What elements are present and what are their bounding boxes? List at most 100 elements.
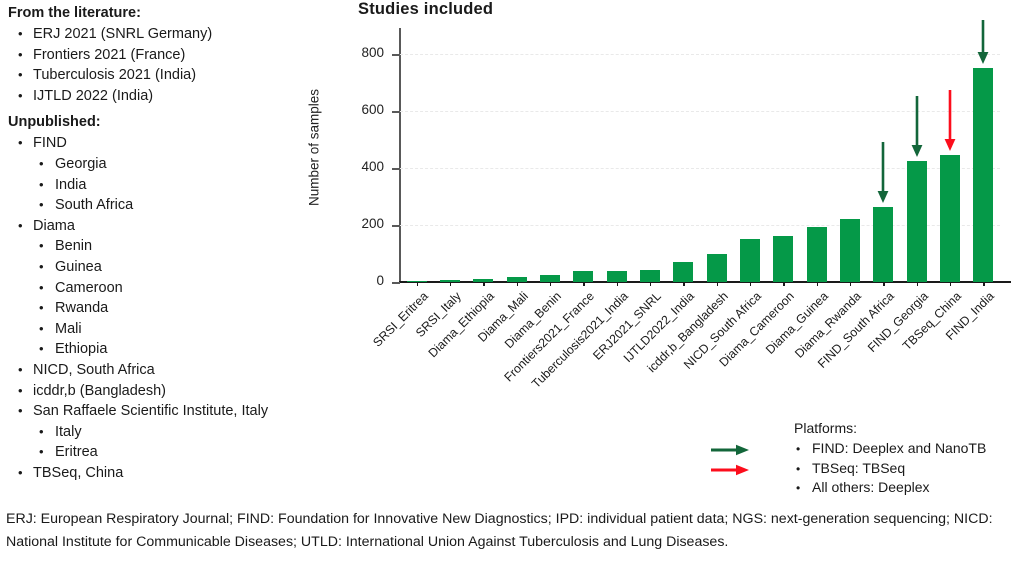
- x-axis-tick-mark: [650, 282, 652, 286]
- bar[interactable]: [940, 154, 960, 282]
- down-arrow-icon: [976, 19, 990, 65]
- unpublished-item-label: TBSeq, China: [33, 464, 124, 481]
- bar[interactable]: [540, 274, 560, 282]
- unpublished-item: • San Raffaele Scientific Institute, Ital…: [8, 401, 338, 422]
- bar[interactable]: [840, 219, 860, 282]
- bullet-icon: •: [18, 217, 23, 233]
- bar[interactable]: [806, 226, 827, 282]
- x-axis-tick-mark: [950, 282, 952, 286]
- unpublished-sublist: • Benin • Guinea • Cameroon • Rwanda • Mali • Ethio…: [30, 236, 338, 360]
- bullet-icon: •: [39, 320, 44, 336]
- y-axis-label: Number of samples: [306, 88, 322, 207]
- legend-arrow-icon: [710, 463, 750, 481]
- bar[interactable]: [773, 235, 794, 282]
- unpublished-item: • Diama: [8, 216, 338, 237]
- bar[interactable]: [673, 261, 694, 282]
- unpublished-item: • NICD, South Africa: [8, 360, 338, 381]
- x-axis-tick-mark: [783, 282, 785, 286]
- unpublished-subitem-label: Benin: [55, 238, 93, 255]
- unpublished-subitem: • Ethiopia: [30, 339, 338, 360]
- unpublished-subitem: • Rwanda: [30, 298, 338, 319]
- bullet-icon: •: [39, 300, 44, 316]
- bullet-icon: •: [39, 258, 44, 274]
- y-axis-tick-mark: [392, 168, 400, 170]
- y-axis-tick-label: 0: [376, 273, 384, 288]
- y-axis-tick-label: 600: [361, 102, 384, 118]
- literature-item-label: IJTLD 2022 (India): [33, 87, 154, 104]
- x-axis-tick-mark: [550, 282, 552, 286]
- literature-heading: From the literature:: [8, 5, 141, 21]
- bullet-icon: •: [39, 238, 44, 254]
- unpublished-item: • TBSeq, China: [8, 463, 338, 484]
- literature-item: • Frontiers 2021 (France): [8, 45, 338, 66]
- bar[interactable]: [706, 253, 727, 282]
- y-axis-tick-label: 800: [361, 45, 384, 61]
- unpublished-subitem: • Guinea: [30, 257, 338, 278]
- bullet-icon: •: [796, 442, 801, 456]
- bullet-icon: •: [796, 461, 801, 476]
- legend-items: • FIND: Deeplex and NanoTB • TBSeq: TBSeq • A…: [794, 439, 986, 498]
- legend-item: • FIND: Deeplex and NanoTB: [794, 439, 986, 459]
- bullet-icon: •: [39, 155, 44, 171]
- x-axis-tick-mark: [616, 282, 619, 286]
- down-arrow-icon: [943, 89, 957, 151]
- unpublished-item-label: Diama: [33, 217, 75, 234]
- x-axis-tick-mark: [750, 282, 752, 286]
- bullet-icon: •: [18, 135, 23, 151]
- down-arrow-icon: [910, 95, 924, 158]
- bar[interactable]: [640, 270, 660, 282]
- unpublished-item: • icddr,b (Bangladesh): [8, 381, 338, 402]
- legend-item-label: TBSeq: TBSeq: [812, 459, 906, 476]
- unpublished-subitem: • India: [30, 175, 338, 196]
- legend-item-label: All others: Deeplex: [812, 479, 930, 495]
- x-axis-tick-mark: [983, 282, 985, 286]
- literature-item: • ERJ 2021 (SNRL Germany): [8, 24, 338, 45]
- legend-title: Platforms:: [794, 420, 858, 436]
- legend-arrow-icon: [710, 443, 750, 461]
- gridline: [400, 54, 1000, 56]
- x-axis-tick-mark: [483, 282, 485, 286]
- unpublished-subitem-label: Georgia: [55, 155, 107, 172]
- y-axis-tick-mark: [392, 111, 400, 113]
- bar[interactable]: [973, 68, 994, 282]
- bullet-icon: •: [39, 176, 44, 192]
- bullet-icon: •: [39, 197, 44, 213]
- x-axis-tick-mark: [883, 282, 885, 286]
- bullet-icon: •: [18, 361, 23, 377]
- unpublished-sublist: • Georgia • India • South Africa: [30, 154, 338, 216]
- unpublished-item-label: NICD, South Africa: [33, 361, 155, 378]
- y-axis-tick-label: 400: [361, 159, 384, 175]
- x-axis-tick-mark: [516, 282, 519, 286]
- unpublished-subitem: • Georgia: [30, 154, 338, 175]
- source-list-panel: From the literature: • ERJ 2021 (SNRL Ger…: [8, 4, 338, 483]
- bullet-icon: •: [18, 464, 23, 480]
- unpublished-subitem: • Benin: [30, 236, 338, 257]
- bullet-icon: •: [18, 87, 23, 103]
- bar[interactable]: [606, 271, 627, 282]
- literature-item-label: Tuberculosis 2021 (India): [33, 67, 197, 84]
- literature-item: • IJTLD 2022 (India): [8, 86, 338, 107]
- bar[interactable]: [740, 239, 760, 282]
- unpublished-subitem-label: Ethiopia: [55, 341, 108, 358]
- abbreviations-footnote: ERJ: European Respiratory Journal; FIND:…: [6, 511, 993, 550]
- unpublished-subitem-label: Rwanda: [55, 300, 109, 317]
- bullet-icon: •: [18, 46, 23, 62]
- bar[interactable]: [873, 206, 894, 282]
- unpublished-subitem-label: India: [55, 176, 87, 193]
- plot-area: [400, 43, 1000, 282]
- legend-item: • All others: Deeplex: [794, 478, 986, 498]
- legend-item: • TBSeq: TBSeq: [794, 459, 986, 479]
- chart-title: Studies included: [358, 0, 494, 18]
- y-axis-tick-mark: [392, 225, 400, 227]
- unpublished-subitem-label: South Africa: [55, 197, 134, 214]
- bullet-icon: •: [18, 382, 23, 398]
- unpublished-subitem-label: Eritrea: [55, 444, 98, 461]
- y-axis-tick-mark: [392, 54, 400, 56]
- bullet-icon: •: [18, 67, 23, 83]
- literature-list: • ERJ 2021 (SNRL Germany) • Frontiers 2021 …: [8, 24, 338, 106]
- unpublished-subitem: • Cameroon: [30, 278, 338, 299]
- bar[interactable]: [906, 161, 927, 282]
- unpublished-item-label: FIND: [33, 135, 67, 152]
- bar[interactable]: [573, 271, 594, 282]
- x-axis-tick-mark: [916, 282, 919, 286]
